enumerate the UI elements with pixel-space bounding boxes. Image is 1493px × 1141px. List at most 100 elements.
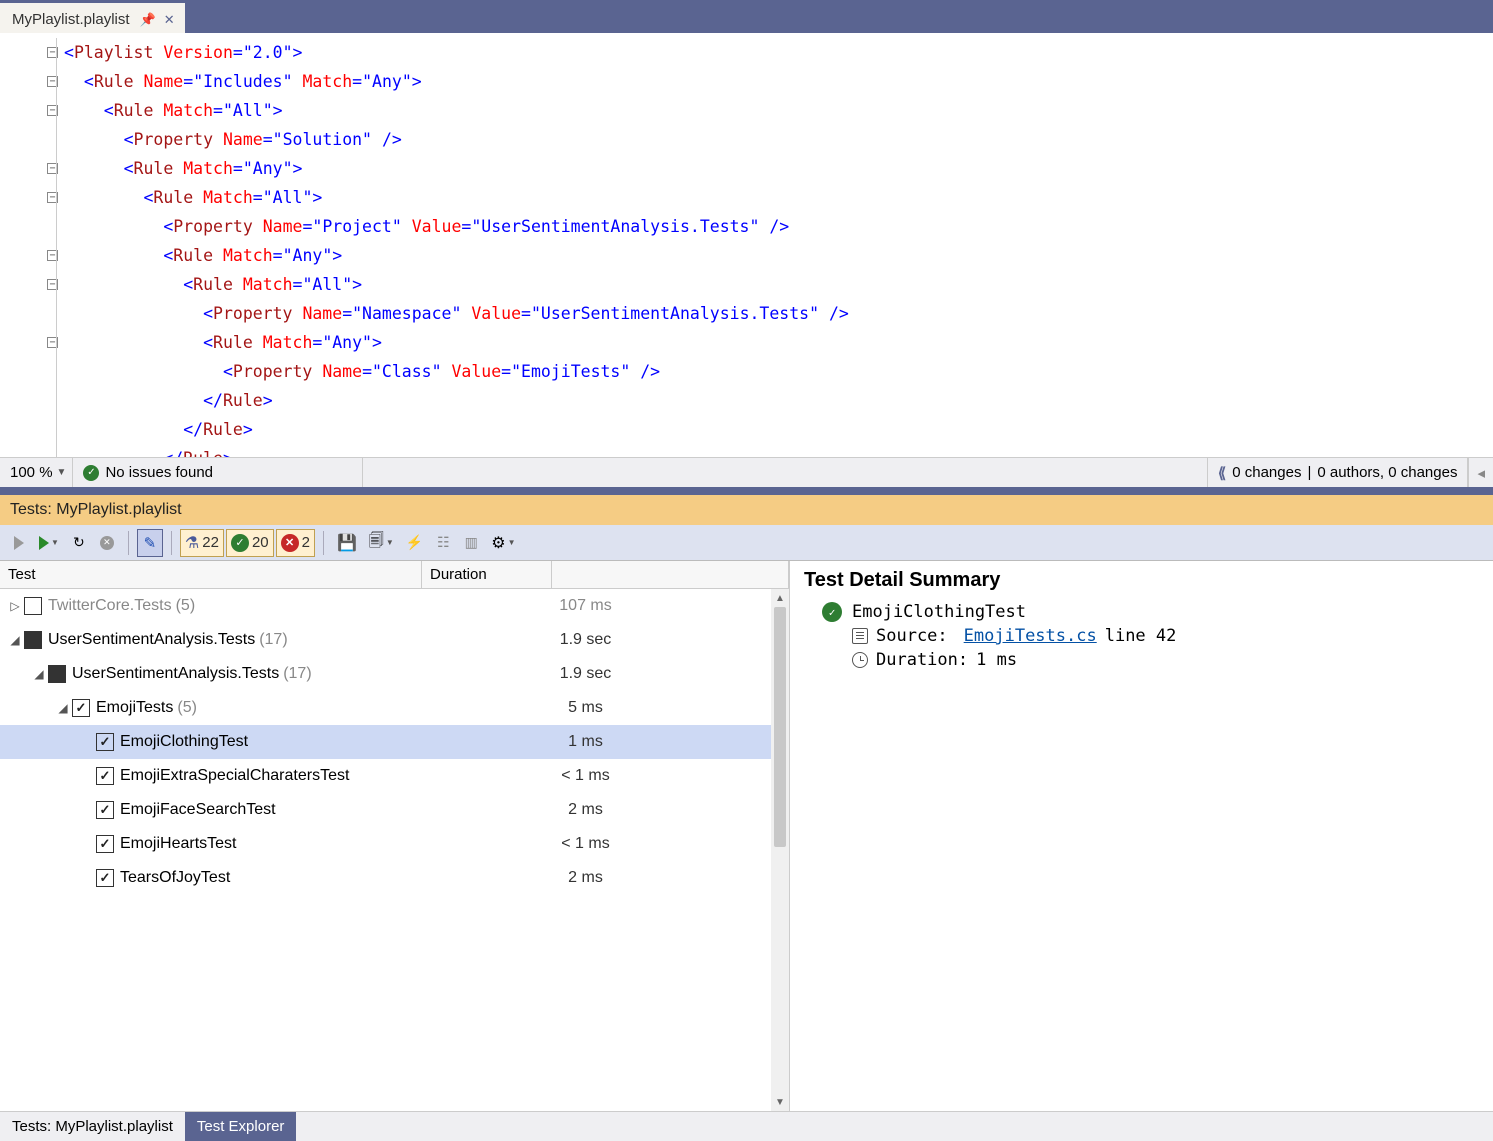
playlist-button[interactable]: 🗐▼ xyxy=(364,529,399,557)
column-header-duration[interactable]: Duration xyxy=(422,561,552,588)
editor-tab[interactable]: MyPlaylist.playlist 📌 ✕ xyxy=(0,3,185,33)
expand-toggle[interactable]: ◢ xyxy=(8,633,22,647)
tree-item-label: UserSentimentAnalysis.Tests xyxy=(72,665,279,683)
group-button[interactable]: ☷ xyxy=(430,529,456,557)
document-icon xyxy=(852,628,868,644)
tree-item-count: (17) xyxy=(283,665,311,683)
playlist-icon: 🗐 xyxy=(369,530,384,555)
scroll-indicator[interactable]: ◂ xyxy=(1468,458,1493,487)
passed-tests-filter[interactable]: ✓ 20 xyxy=(226,529,274,557)
authors-text: 0 authors, 0 changes xyxy=(1317,464,1457,481)
zoom-dropdown[interactable]: 100 % ▼ xyxy=(0,458,73,487)
analyze-button[interactable]: ⚡ xyxy=(401,529,428,557)
tree-item-label: TwitterCore.Tests xyxy=(48,597,172,615)
duration-value: 1 ms xyxy=(976,650,1017,670)
tree-item-duration: 2 ms xyxy=(422,801,789,819)
vertical-scrollbar[interactable]: ▲ ▼ xyxy=(771,589,789,1111)
tree-row[interactable]: EmojiHeartsTest< 1 ms xyxy=(0,827,789,861)
scroll-up-arrow[interactable]: ▲ xyxy=(771,589,789,607)
checkbox[interactable] xyxy=(48,665,66,683)
tests-toolbar: ▼ ↻ ✎ ⚗ 22 ✓ 20 ✕ 2 💾 🗐▼ ⚡ ☷ ▥ ⚙▼ xyxy=(0,525,1493,561)
gear-icon: ⚙ xyxy=(491,533,505,553)
edit-playlist-button[interactable]: ✎ xyxy=(137,529,163,557)
clock-icon xyxy=(852,652,868,668)
editor-status-bar: 100 % ▼ ✓ No issues found ⟪ 0 changes | … xyxy=(0,457,1493,487)
expand-toggle[interactable]: ◢ xyxy=(56,701,70,715)
chevron-down-icon: ▼ xyxy=(386,538,394,547)
tree-row[interactable]: ◢UserSentimentAnalysis.Tests (17)1.9 sec xyxy=(0,623,789,657)
failed-tests-filter[interactable]: ✕ 2 xyxy=(276,529,315,557)
tab-test-explorer[interactable]: Test Explorer xyxy=(185,1112,297,1141)
tree-item-count: (17) xyxy=(259,631,287,649)
source-line: line 42 xyxy=(1105,626,1177,646)
toolbar-separator xyxy=(323,531,324,555)
tree-row[interactable]: EmojiFaceSearchTest2 ms xyxy=(0,793,789,827)
tree-row[interactable]: TearsOfJoyTest2 ms xyxy=(0,861,789,895)
checkbox[interactable] xyxy=(24,597,42,615)
columns-icon: ▥ xyxy=(465,534,478,551)
separator: | xyxy=(1307,464,1311,481)
expand-toggle[interactable]: ◢ xyxy=(32,667,46,681)
tree-header: Test Duration xyxy=(0,561,789,589)
zoom-value: 100 % xyxy=(10,464,53,481)
passed-count: 20 xyxy=(252,534,269,551)
issues-indicator[interactable]: ✓ No issues found xyxy=(73,458,363,487)
tree-row[interactable]: ◢EmojiTests (5)5 ms xyxy=(0,691,789,725)
tab-playlist[interactable]: Tests: MyPlaylist.playlist xyxy=(0,1112,185,1141)
tree-row[interactable]: ◢ UserSentimentAnalysis.Tests (17) 1.9 sec xyxy=(0,657,789,691)
source-file-link[interactable]: EmojiTests.cs xyxy=(964,626,1097,646)
tree-item-duration: 1.9 sec xyxy=(422,665,789,683)
changes-text: 0 changes xyxy=(1232,464,1301,481)
column-header-test[interactable]: Test xyxy=(0,561,422,588)
run-all-button[interactable] xyxy=(6,529,32,557)
total-tests-filter[interactable]: ⚗ 22 xyxy=(180,529,224,557)
scroll-down-arrow[interactable]: ▼ xyxy=(771,1093,789,1111)
checkbox[interactable] xyxy=(72,699,90,717)
bolt-icon: ⚡ xyxy=(406,534,423,551)
checkbox[interactable] xyxy=(96,733,114,751)
settings-button[interactable]: ⚙▼ xyxy=(486,529,520,557)
code-editor[interactable]: −−−−−−−− <Playlist Version="2.0"> <Rule … xyxy=(0,33,1493,457)
tree-item-label: EmojiClothingTest xyxy=(120,733,248,751)
tree-rows: ▷TwitterCore.Tests (5)107 ms◢UserSentime… xyxy=(0,589,789,1111)
chevron-down-icon: ▼ xyxy=(508,538,516,547)
play-icon xyxy=(14,536,24,550)
tree-row[interactable]: ▷TwitterCore.Tests (5)107 ms xyxy=(0,589,789,623)
toolbar-separator xyxy=(171,531,172,555)
tree-item-duration: < 1 ms xyxy=(422,835,789,853)
total-count: 22 xyxy=(202,534,219,551)
checkbox[interactable] xyxy=(96,801,114,819)
tree-item-duration: 2 ms xyxy=(422,869,789,887)
check-circle-icon: ✓ xyxy=(83,465,99,481)
checkbox[interactable] xyxy=(24,631,42,649)
tree-item-count: (5) xyxy=(176,597,196,615)
run-button[interactable]: ▼ xyxy=(34,529,64,557)
checkbox[interactable] xyxy=(96,767,114,785)
columns-button[interactable]: ▥ xyxy=(458,529,484,557)
detail-title: Test Detail Summary xyxy=(804,569,1479,592)
stop-button[interactable] xyxy=(94,529,120,557)
tree-item-label: EmojiExtraSpecialCharatersTest xyxy=(120,767,349,785)
tree-row[interactable]: EmojiClothingTest1 ms xyxy=(0,725,789,759)
repeat-button[interactable]: ↻ xyxy=(66,529,92,557)
tree-item-duration: < 1 ms xyxy=(422,767,789,785)
code-content[interactable]: <Playlist Version="2.0"> <Rule Name="Inc… xyxy=(64,33,849,457)
source-label: Source: xyxy=(876,626,948,646)
pin-icon[interactable]: 📌 xyxy=(140,12,156,28)
test-detail-panel: Test Detail Summary ✓ EmojiClothingTest … xyxy=(790,561,1493,1111)
hierarchy-icon: ☷ xyxy=(437,534,450,551)
tree-item-label: UserSentimentAnalysis.Tests xyxy=(48,631,255,649)
save-button[interactable]: 💾 xyxy=(332,529,362,557)
panel-divider[interactable] xyxy=(0,487,1493,495)
checkbox[interactable] xyxy=(96,835,114,853)
checkbox[interactable] xyxy=(96,869,114,887)
changes-indicator[interactable]: ⟪ 0 changes | 0 authors, 0 changes xyxy=(1207,458,1469,487)
duration-label: Duration: xyxy=(876,650,968,670)
scrollbar-thumb[interactable] xyxy=(774,607,786,847)
tree-row[interactable]: EmojiExtraSpecialCharatersTest < 1 ms xyxy=(0,759,789,793)
bottom-tab-bar: Tests: MyPlaylist.playlist Test Explorer xyxy=(0,1111,1493,1141)
expand-toggle[interactable]: ▷ xyxy=(8,599,22,613)
play-icon xyxy=(39,536,49,550)
chevron-down-icon: ▼ xyxy=(57,467,67,478)
close-icon[interactable]: ✕ xyxy=(164,12,175,28)
